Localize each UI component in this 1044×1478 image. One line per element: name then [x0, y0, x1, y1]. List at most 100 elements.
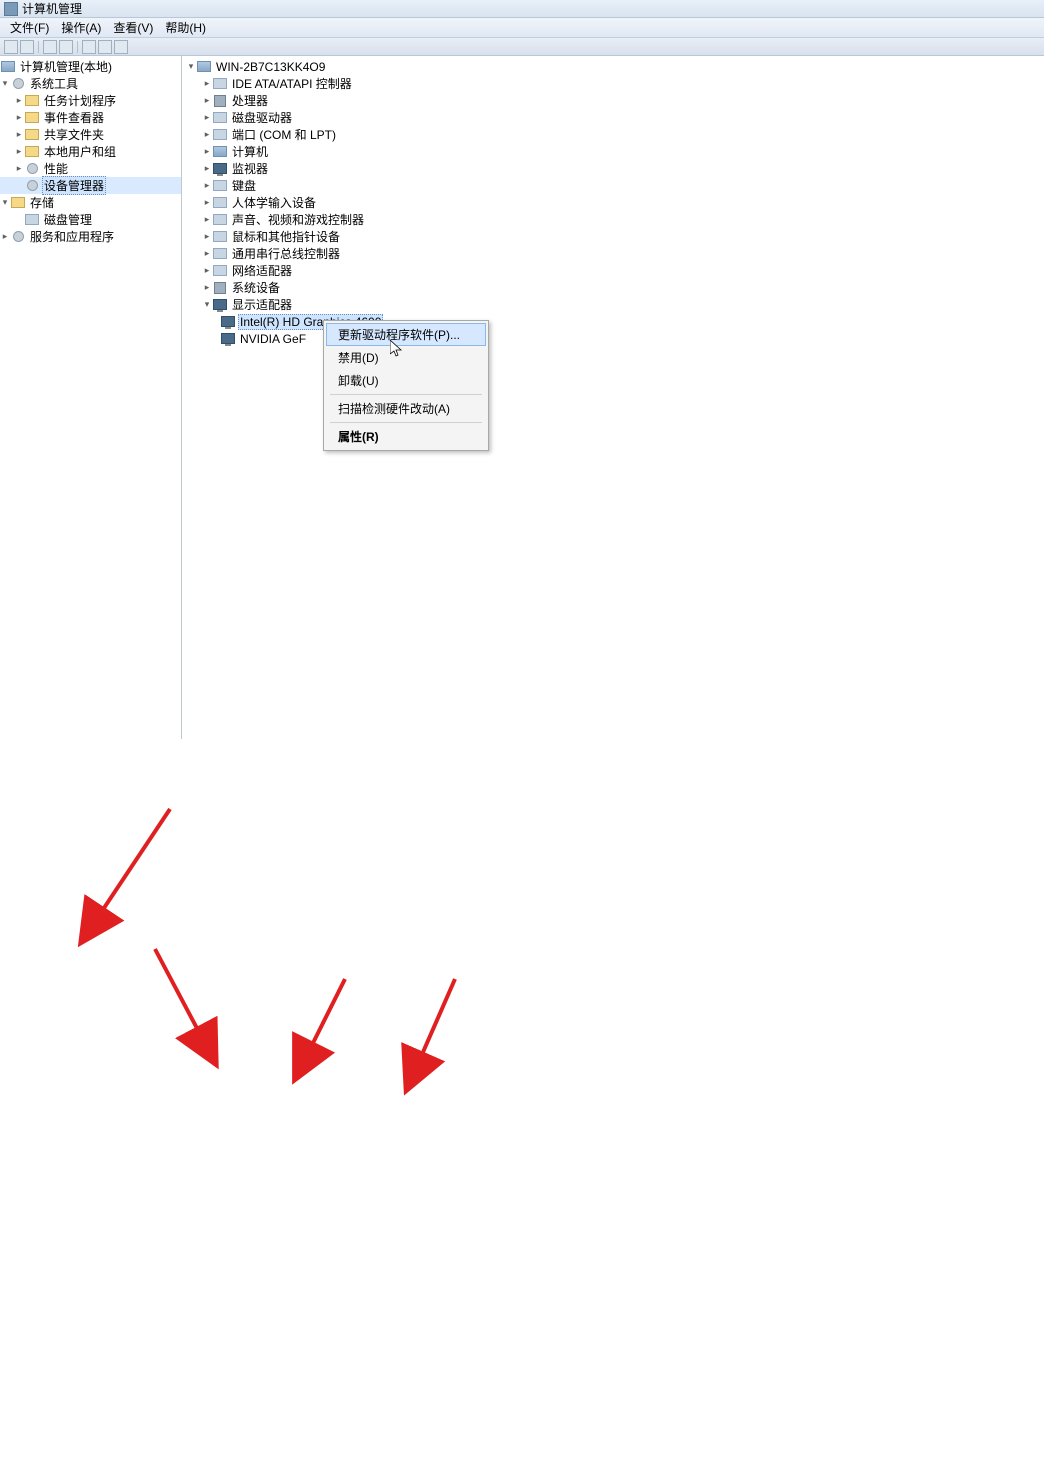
- menu-action[interactable]: 操作(A): [55, 17, 107, 38]
- expander-icon[interactable]: ▸: [202, 79, 212, 89]
- expander-icon[interactable]: ▸: [14, 96, 24, 106]
- cm-uninstall[interactable]: 卸载(U): [326, 369, 486, 392]
- computer-icon: [213, 146, 227, 157]
- expander-icon[interactable]: ▸: [202, 164, 212, 174]
- back-icon[interactable]: [4, 40, 18, 54]
- tree-label: 系统设备: [230, 279, 282, 296]
- cat-keyboard[interactable]: ▸ 键盘: [182, 177, 1044, 194]
- expander-icon[interactable]: ▾: [0, 198, 10, 208]
- toolbar-icon-3[interactable]: [82, 40, 96, 54]
- network-icon: [213, 265, 227, 276]
- tree-local-users[interactable]: ▸ 本地用户和组: [0, 143, 181, 160]
- right-tree-panel: ▾ WIN-2B7C13KK4O9 ▸ IDE ATA/ATAPI 控制器 ▸ …: [182, 56, 1044, 739]
- tree-disk-management[interactable]: 磁盘管理: [0, 211, 181, 228]
- toolbar-sep: [38, 41, 39, 53]
- expander-icon[interactable]: ▸: [14, 147, 24, 157]
- expander-icon[interactable]: ▸: [202, 249, 212, 259]
- expander-icon[interactable]: ▾: [202, 300, 212, 310]
- tree-root[interactable]: 计算机管理(本地): [0, 58, 181, 75]
- sysdev-icon: [214, 282, 226, 294]
- tree-label: 本地用户和组: [42, 143, 118, 160]
- tree-task-scheduler[interactable]: ▸ 任务计划程序: [0, 92, 181, 109]
- forward-icon[interactable]: [20, 40, 34, 54]
- users-icon: [25, 146, 39, 157]
- arrow-icon: [420, 979, 455, 1059]
- tree-label: 键盘: [230, 177, 258, 194]
- app-icon: [4, 2, 18, 16]
- shared-icon: [25, 129, 39, 140]
- tree-label: 人体学输入设备: [230, 194, 318, 211]
- cat-hid[interactable]: ▸ 人体学输入设备: [182, 194, 1044, 211]
- content-area: 计算机管理(本地) ▾ 系统工具 ▸ 任务计划程序 ▸ 事件查看器 ▸ 共享文件…: [0, 56, 1044, 739]
- cat-ports[interactable]: ▸ 端口 (COM 和 LPT): [182, 126, 1044, 143]
- gpu-icon: [221, 316, 235, 327]
- tree-label: 任务计划程序: [42, 92, 118, 109]
- expander-icon[interactable]: ▸: [14, 113, 24, 123]
- tree-performance[interactable]: ▸ 性能: [0, 160, 181, 177]
- tree-label: 鼠标和其他指针设备: [230, 228, 342, 245]
- cm-scan[interactable]: 扫描检测硬件改动(A): [326, 397, 486, 420]
- expander-icon[interactable]: ▸: [202, 147, 212, 157]
- cat-disk[interactable]: ▸ 磁盘驱动器: [182, 109, 1044, 126]
- toolbar-icon-4[interactable]: [98, 40, 112, 54]
- tree-device-manager[interactable]: 设备管理器: [0, 177, 181, 194]
- tree-label: IDE ATA/ATAPI 控制器: [230, 75, 354, 92]
- cat-computer[interactable]: ▸ 计算机: [182, 143, 1044, 160]
- toolbar-icon-1[interactable]: [43, 40, 57, 54]
- event-icon: [25, 112, 39, 123]
- cat-display-adapter[interactable]: ▾ 显示适配器: [182, 296, 1044, 313]
- cm-separator: [330, 422, 482, 423]
- disk-icon: [213, 112, 227, 123]
- expander-icon[interactable]: ▾: [0, 79, 10, 89]
- device-nvidia[interactable]: NVIDIA GeF: [182, 330, 1044, 347]
- tree-services[interactable]: ▸ 服务和应用程序: [0, 228, 181, 245]
- cat-ide[interactable]: ▸ IDE ATA/ATAPI 控制器: [182, 75, 1044, 92]
- cm-disable[interactable]: 禁用(D): [326, 346, 486, 369]
- tree-system-tools[interactable]: ▾ 系统工具: [0, 75, 181, 92]
- cat-monitor[interactable]: ▸ 监视器: [182, 160, 1044, 177]
- menu-file[interactable]: 文件(F): [4, 17, 55, 38]
- computer-icon: [1, 61, 15, 72]
- expander-icon[interactable]: ▸: [202, 266, 212, 276]
- tree-label: 通用串行总线控制器: [230, 245, 342, 262]
- expander-icon[interactable]: ▸: [14, 130, 24, 140]
- expander-icon[interactable]: ▸: [202, 96, 212, 106]
- expander-icon[interactable]: ▸: [202, 215, 212, 225]
- expander-icon[interactable]: ▾: [186, 62, 196, 72]
- device-intel[interactable]: Intel(R) HD Graphics 4600: [182, 313, 1044, 330]
- cat-mouse[interactable]: ▸ 鼠标和其他指针设备: [182, 228, 1044, 245]
- cat-network[interactable]: ▸ 网络适配器: [182, 262, 1044, 279]
- computer-name: WIN-2B7C13KK4O9: [214, 60, 327, 74]
- cm-properties[interactable]: 属性(R): [326, 425, 486, 448]
- cat-usb[interactable]: ▸ 通用串行总线控制器: [182, 245, 1044, 262]
- window-title: 计算机管理: [22, 0, 82, 17]
- cat-processor[interactable]: ▸ 处理器: [182, 92, 1044, 109]
- expander-icon[interactable]: ▸: [202, 232, 212, 242]
- toolbar-icon-5[interactable]: [114, 40, 128, 54]
- expander-icon[interactable]: ▸: [0, 232, 10, 242]
- expander-icon[interactable]: ▸: [202, 181, 212, 191]
- device-root[interactable]: ▾ WIN-2B7C13KK4O9: [182, 58, 1044, 75]
- expander-icon[interactable]: ▸: [202, 198, 212, 208]
- tool-bar: [0, 38, 1044, 56]
- toolbar-icon-2[interactable]: [59, 40, 73, 54]
- expander-icon[interactable]: ▸: [202, 130, 212, 140]
- expander-icon[interactable]: ▸: [202, 113, 212, 123]
- tree-event-viewer[interactable]: ▸ 事件查看器: [0, 109, 181, 126]
- cm-update-driver[interactable]: 更新驱动程序软件(P)...: [326, 323, 486, 346]
- scheduler-icon: [25, 95, 39, 106]
- tree-label: 磁盘驱动器: [230, 109, 294, 126]
- expander-spacer: [14, 181, 24, 191]
- cat-sound[interactable]: ▸ 声音、视频和游戏控制器: [182, 211, 1044, 228]
- menu-help[interactable]: 帮助(H): [159, 17, 212, 38]
- expander-icon[interactable]: ▸: [14, 164, 24, 174]
- gpu-icon: [221, 333, 235, 344]
- tree-storage[interactable]: ▾ 存储: [0, 194, 181, 211]
- expander-icon[interactable]: ▸: [202, 283, 212, 293]
- tree-shared-folders[interactable]: ▸ 共享文件夹: [0, 126, 181, 143]
- cat-system-devices[interactable]: ▸ 系统设备: [182, 279, 1044, 296]
- menu-bar: 文件(F) 操作(A) 查看(V) 帮助(H): [0, 18, 1044, 38]
- menu-view[interactable]: 查看(V): [107, 17, 159, 38]
- storage-icon: [11, 197, 25, 208]
- keyboard-icon: [213, 180, 227, 191]
